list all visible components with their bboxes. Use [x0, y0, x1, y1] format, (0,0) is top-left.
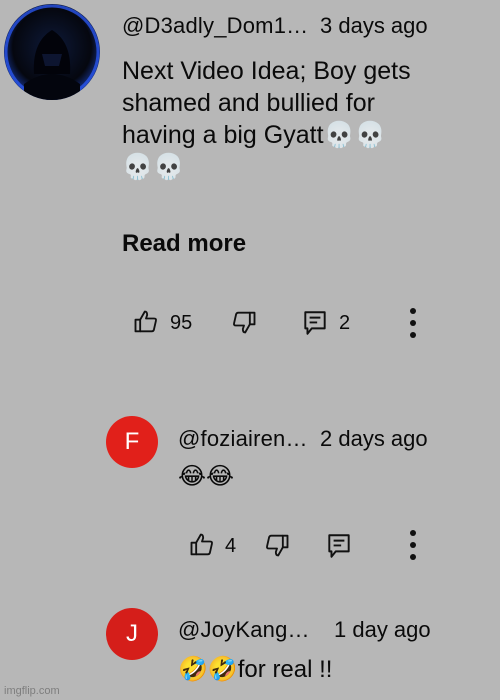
like-count: 95 [170, 312, 193, 334]
comment-timestamp[interactable]: 3 days ago [320, 13, 428, 39]
reply-author[interactable]: @JoyKang… [178, 617, 310, 643]
read-more-link[interactable]: Read more [122, 230, 246, 258]
more-vertical-icon[interactable] [410, 530, 416, 560]
reply-text: 😂😂 [178, 463, 235, 490]
comment-author[interactable]: @D3adly_Dom1… [122, 13, 308, 39]
reply-author[interactable]: @foziairen… [178, 426, 308, 452]
more-vertical-icon[interactable] [410, 308, 416, 338]
reply-text: 🤣🤣for real !! [178, 656, 333, 683]
reply-count: 2 [339, 312, 351, 334]
comment-icon[interactable] [302, 309, 328, 337]
avatar[interactable]: F [106, 416, 158, 468]
comment-icon[interactable] [326, 532, 352, 560]
comment-text: Next Video Idea; Boy gets shamed and bul… [122, 55, 411, 183]
reply-timestamp[interactable]: 2 days ago [320, 426, 428, 452]
like-count: 4 [225, 535, 237, 557]
comment-text-line: 💀💀 [122, 153, 185, 181]
avatar[interactable]: J [106, 608, 158, 660]
thumbs-up-icon[interactable] [188, 531, 216, 559]
comment-text-line: shamed and bullied for [122, 89, 375, 117]
reply-timestamp[interactable]: 1 day ago [334, 617, 431, 643]
thumbs-down-icon[interactable] [230, 308, 258, 336]
watermark: imgflip.com [4, 685, 60, 697]
thumbs-up-icon[interactable] [132, 308, 160, 336]
comment-text-line: Next Video Idea; Boy gets [122, 57, 411, 85]
thumbs-down-icon[interactable] [263, 531, 291, 559]
comment-text-line: having a big Gyatt💀💀 [122, 121, 386, 149]
avatar[interactable] [4, 4, 100, 100]
